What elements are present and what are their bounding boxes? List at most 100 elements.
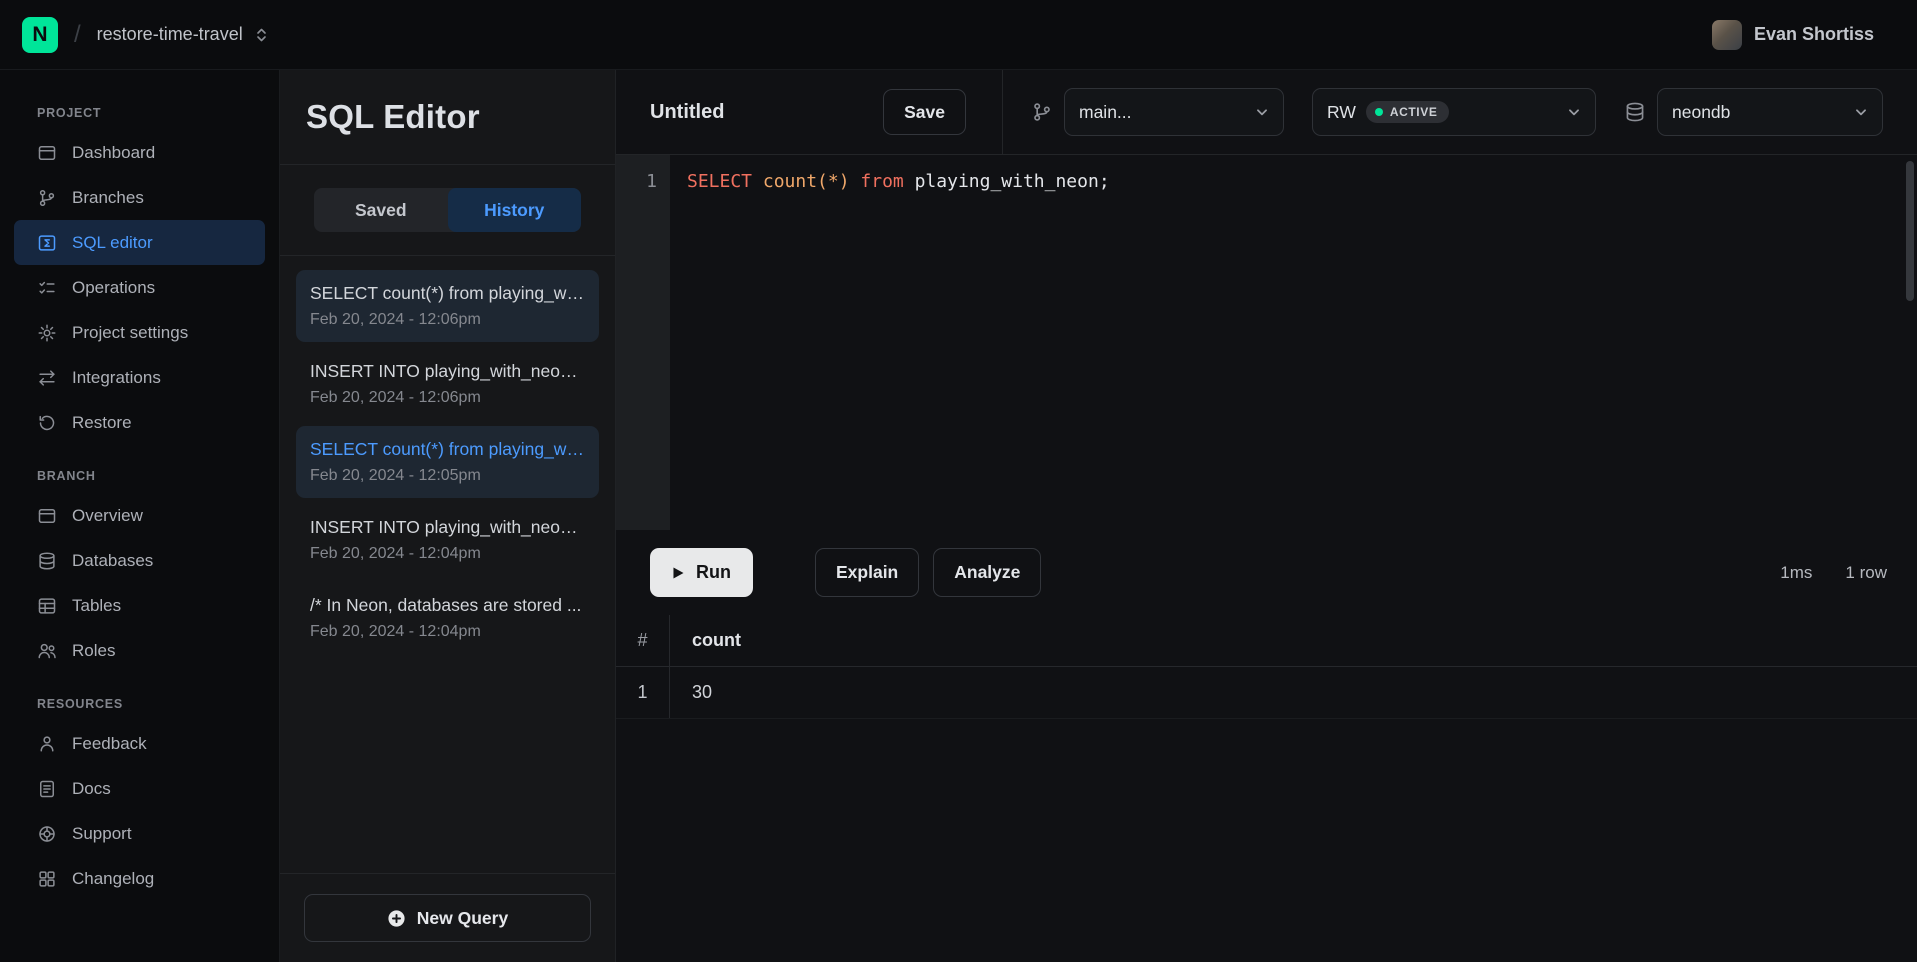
explain-button[interactable]: Explain (815, 548, 919, 597)
operations-icon (37, 278, 57, 298)
sidebar-item-overview[interactable]: Overview (14, 493, 265, 538)
sidebar-item-label: Overview (72, 506, 143, 526)
breadcrumb-separator: / (74, 21, 81, 49)
sidebar-item-label: Integrations (72, 368, 161, 388)
status-dot-icon (1375, 108, 1383, 116)
sidebar-item-sql-editor[interactable]: SQL editor (14, 220, 265, 265)
sidebar-item-dashboard[interactable]: Dashboard (14, 130, 265, 175)
feedback-icon (37, 734, 57, 754)
sidebar-item-restore[interactable]: Restore (14, 400, 265, 445)
editor-header: Untitled Save main... RW (616, 70, 1917, 155)
history-item[interactable]: INSERT INTO playing_with_neon(... Feb 20… (296, 348, 599, 420)
compute-status-badge: ACTIVE (1366, 101, 1450, 123)
sidebar-item-changelog[interactable]: Changelog (14, 856, 265, 901)
overview-icon (37, 506, 57, 526)
editor-toolbar: Run Explain Analyze 1ms 1 row (616, 530, 1917, 615)
play-icon (672, 566, 685, 580)
sidebar-item-support[interactable]: Support (14, 811, 265, 856)
history-query: INSERT INTO playing_with_neon(... (310, 517, 585, 538)
gear-icon (37, 323, 57, 343)
history-date: Feb 20, 2024 - 12:06pm (310, 311, 585, 329)
sidebar-item-operations[interactable]: Operations (14, 265, 265, 310)
sidebar-item-label: Changelog (72, 869, 154, 889)
query-row-count: 1 row (1845, 563, 1887, 583)
sidebar-item-integrations[interactable]: Integrations (14, 355, 265, 400)
code-editor: 1 SELECT count(*) from playing_with_neon… (616, 155, 1917, 530)
compute-status-label: ACTIVE (1390, 105, 1438, 119)
section-label: BRANCH (37, 469, 279, 483)
sidebar: PROJECT Dashboard Branches SQL editor (0, 70, 280, 962)
analyze-button[interactable]: Analyze (933, 548, 1041, 597)
code-token-keyword: SELECT (687, 171, 763, 192)
sql-editor-panel: SQL Editor Saved History SELECT count(*)… (280, 70, 616, 962)
history-item[interactable]: SELECT count(*) from playing_wit... Feb … (296, 270, 599, 342)
sidebar-item-label: Feedback (72, 734, 147, 754)
results-cell-count: 30 (670, 667, 712, 718)
sidebar-item-label: Operations (72, 278, 155, 298)
breadcrumb[interactable]: restore-time-travel (97, 24, 268, 45)
branches-icon (37, 188, 57, 208)
history-item[interactable]: INSERT INTO playing_with_neon(... Feb 20… (296, 504, 599, 576)
sidebar-item-databases[interactable]: Databases (14, 538, 265, 583)
run-label: Run (696, 562, 731, 583)
new-query-button[interactable]: New Query (304, 894, 591, 942)
sidebar-item-roles[interactable]: Roles (14, 628, 265, 673)
results-header-row: # count (616, 615, 1917, 667)
tab-saved[interactable]: Saved (314, 188, 448, 232)
neon-logo[interactable]: N (22, 17, 58, 53)
tabs: Saved History (280, 165, 615, 256)
branch-select[interactable]: main... (1064, 88, 1284, 136)
sidebar-item-project-settings[interactable]: Project settings (14, 310, 265, 355)
tab-history[interactable]: History (448, 188, 582, 232)
history-list: SELECT count(*) from playing_wit... Feb … (280, 256, 615, 873)
sidebar-item-branches[interactable]: Branches (14, 175, 265, 220)
query-duration: 1ms (1780, 563, 1812, 583)
sidebar-item-label: SQL editor (72, 233, 153, 253)
line-number: 1 (616, 167, 657, 197)
sidebar-item-feedback[interactable]: Feedback (14, 721, 265, 766)
topbar: N / restore-time-travel Evan Shortiss (0, 0, 1917, 70)
main-area: Untitled Save main... RW (616, 70, 1917, 962)
scrollbar-thumb[interactable] (1906, 161, 1914, 301)
results-header-count: count (670, 615, 741, 666)
code-token-function: count(*) (763, 171, 850, 192)
results-header-index: # (616, 615, 670, 666)
table-icon (37, 596, 57, 616)
sidebar-item-docs[interactable]: Docs (14, 766, 265, 811)
branch-icon (1031, 101, 1053, 123)
run-button[interactable]: Run (650, 548, 753, 597)
history-item[interactable]: SELECT count(*) from playing_wit... Feb … (296, 426, 599, 498)
connection-controls: main... RW ACTIVE (1031, 88, 1883, 136)
integrations-icon (37, 368, 57, 388)
query-stats: 1ms 1 row (1780, 563, 1887, 583)
section-label: PROJECT (37, 106, 279, 120)
project-name: restore-time-travel (97, 24, 243, 45)
query-tab[interactable]: Untitled Save (616, 70, 1003, 154)
results-table: # count 1 30 (616, 615, 1917, 962)
restore-icon (37, 413, 57, 433)
new-query-label: New Query (417, 908, 508, 929)
query-title[interactable]: Untitled (650, 101, 724, 124)
editor-scrollbar[interactable] (1906, 161, 1914, 521)
docs-icon (37, 779, 57, 799)
support-icon (37, 824, 57, 844)
compute-select[interactable]: RW ACTIVE (1312, 88, 1596, 136)
history-date: Feb 20, 2024 - 12:06pm (310, 389, 585, 407)
database-icon (37, 551, 57, 571)
avatar (1712, 20, 1742, 50)
save-button[interactable]: Save (883, 89, 966, 135)
history-query: /* In Neon, databases are stored ... (310, 595, 585, 616)
code-input[interactable]: SELECT count(*) from playing_with_neon; (670, 155, 1917, 530)
history-item[interactable]: /* In Neon, databases are stored ... Feb… (296, 582, 599, 654)
database-select[interactable]: neondb (1657, 88, 1883, 136)
line-number-gutter: 1 (616, 155, 670, 530)
user-menu[interactable]: Evan Shortiss (1712, 20, 1874, 50)
table-row: 1 30 (616, 667, 1917, 719)
sidebar-item-tables[interactable]: Tables (14, 583, 265, 628)
database-icon (1624, 101, 1646, 123)
chevron-down-icon (1255, 105, 1269, 119)
sidebar-section-project: PROJECT Dashboard Branches SQL editor (0, 106, 279, 445)
dashboard-icon (37, 143, 57, 163)
chevron-down-icon (1567, 105, 1581, 119)
database-select-value: neondb (1672, 102, 1730, 123)
